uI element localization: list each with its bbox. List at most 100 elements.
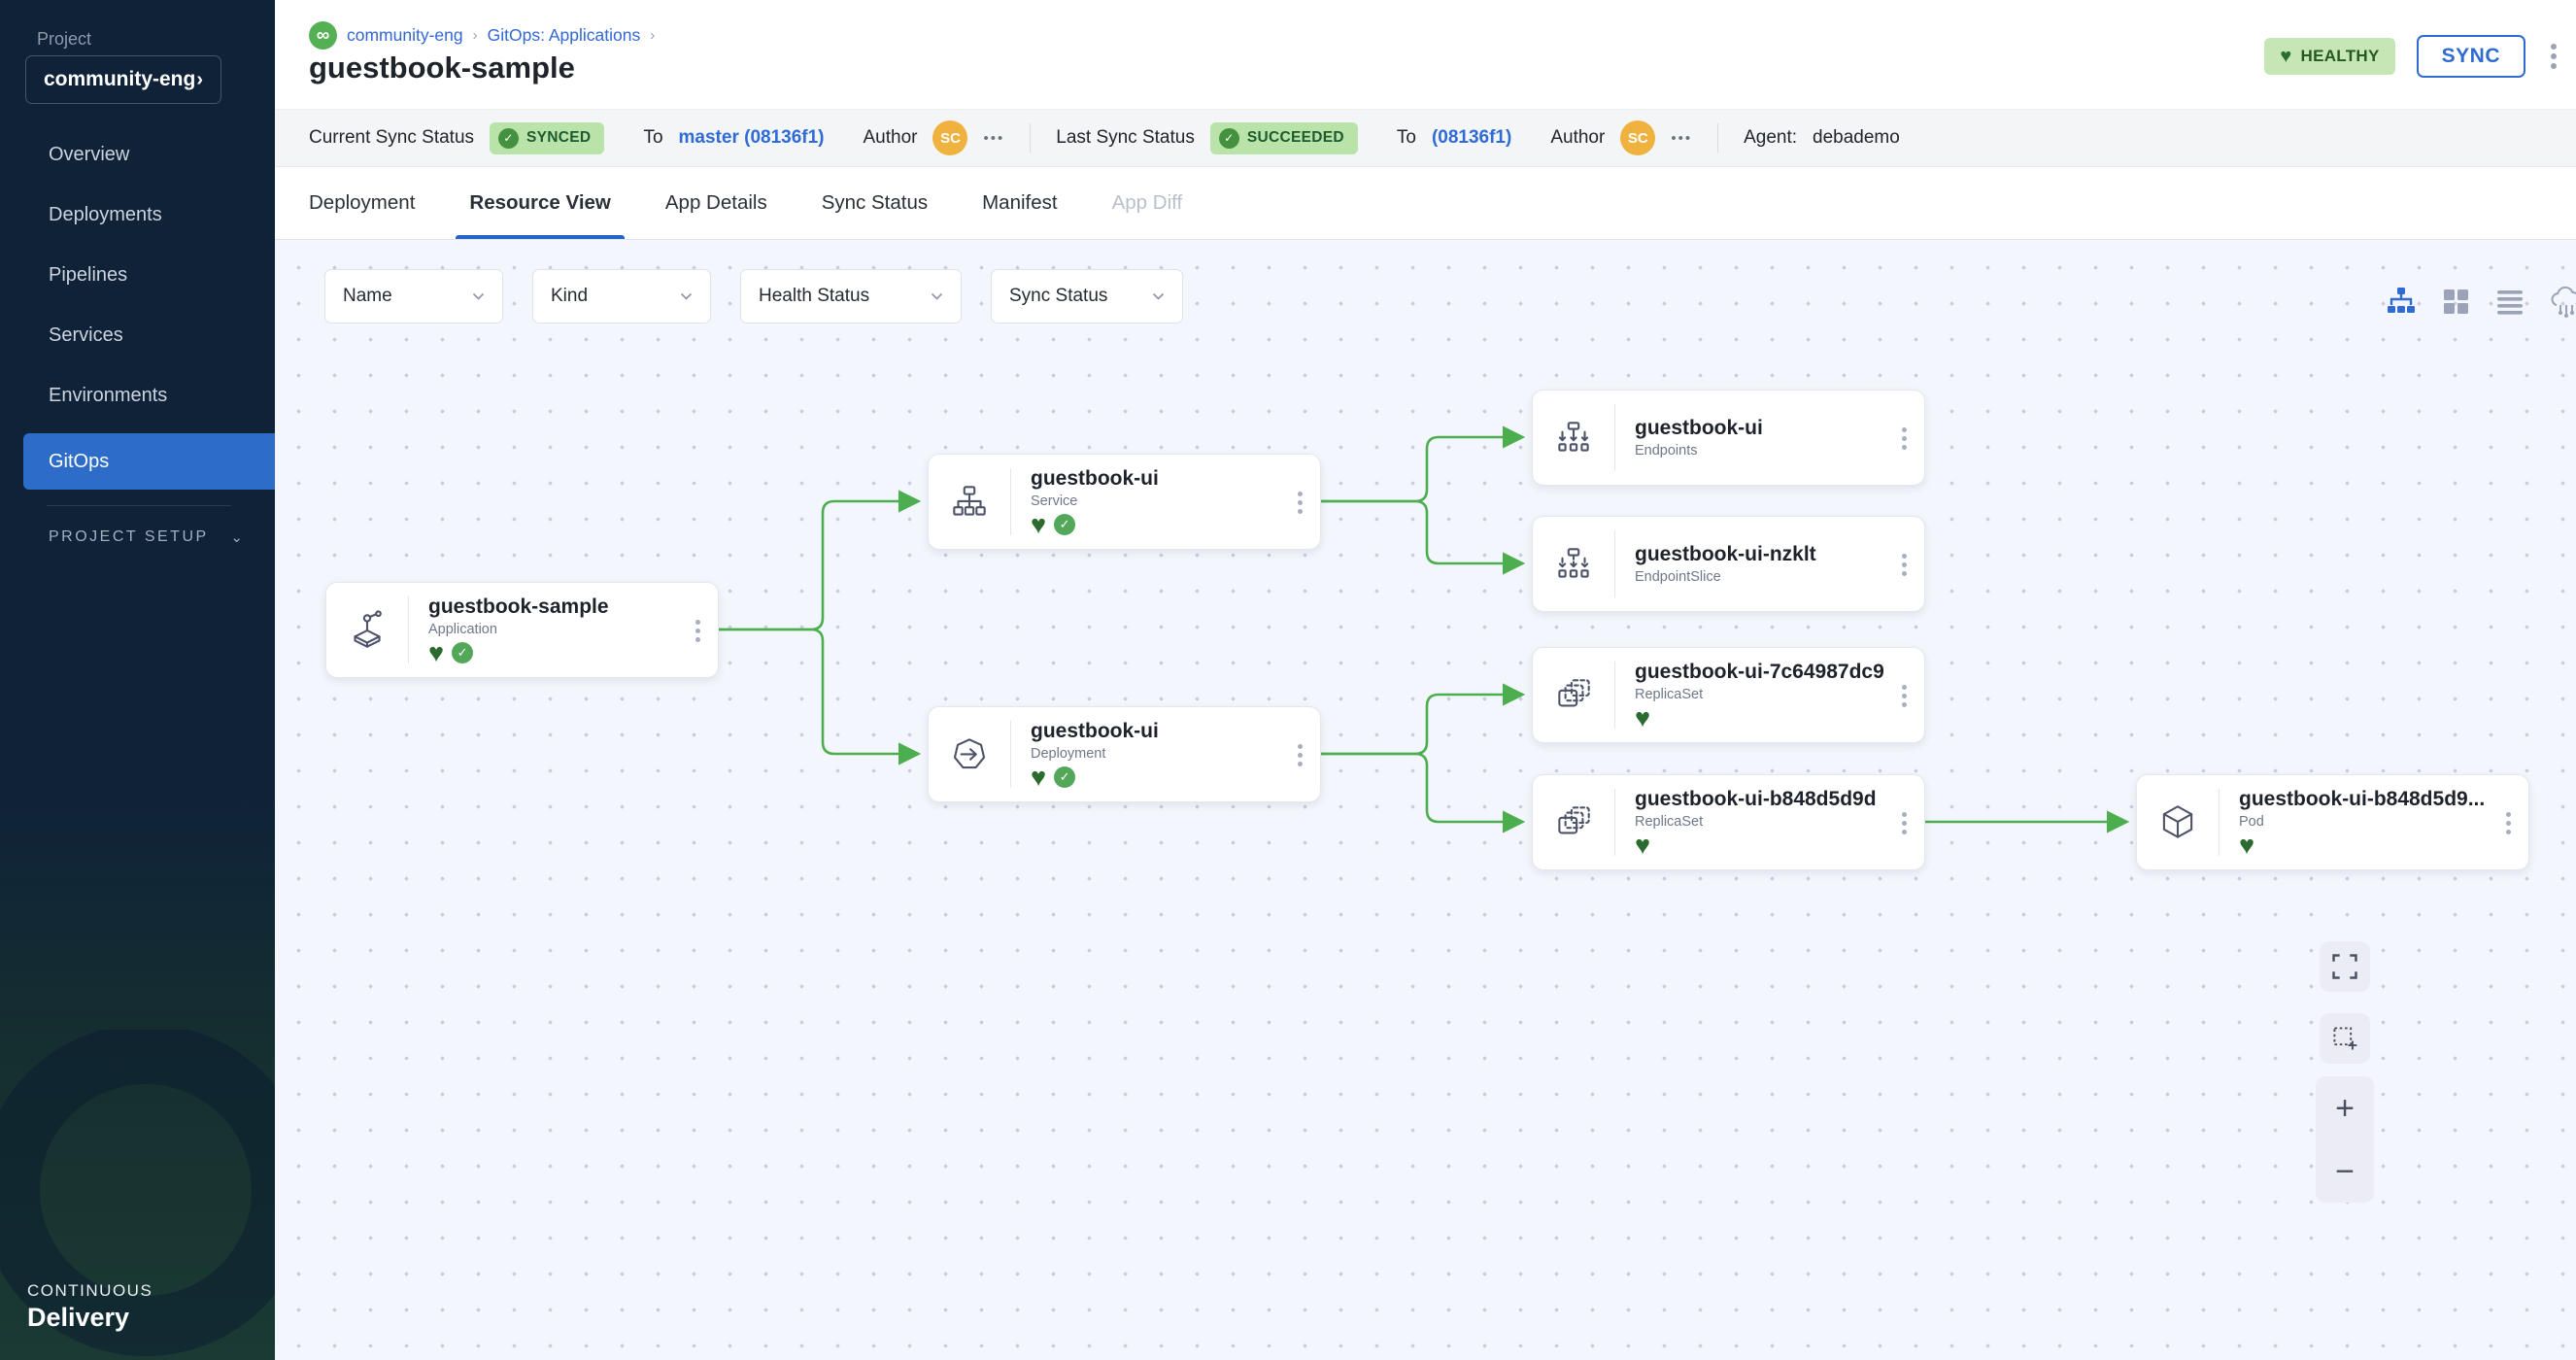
sync-status-bar: Current Sync Status ✓ SYNCED To master (… xyxy=(275,109,2576,167)
node-replicaset-guestbook-ui-7c64987dc9[interactable]: guestbook-ui-7c64987dc9 ReplicaSet ♥ xyxy=(1532,647,1925,743)
agent-value: debademo xyxy=(1813,127,1900,149)
gitops-logo-icon: ∞ xyxy=(309,21,337,50)
tab-app-details[interactable]: App Details xyxy=(665,167,767,239)
statusbar-divider xyxy=(1030,123,1031,153)
resource-tree-canvas: Name Kind Health Status Sync Status xyxy=(275,240,2576,1360)
node-kind: ReplicaSet xyxy=(1635,814,1924,830)
node-application-guestbook-sample[interactable]: guestbook-sample Application ♥ ✓ xyxy=(325,582,719,678)
last-sync-status-label: Last Sync Status xyxy=(1056,127,1195,149)
zoom-out-button[interactable]: − xyxy=(2316,1139,2374,1203)
health-heart-icon: ♥ xyxy=(1031,766,1046,788)
to-label: To xyxy=(1397,127,1416,149)
replicaset-icon xyxy=(1533,648,1614,742)
node-menu-kebab-icon[interactable] xyxy=(1294,488,1306,518)
sidebar-item-deployments[interactable]: Deployments xyxy=(0,185,275,245)
node-kind: EndpointSlice xyxy=(1635,569,1924,585)
breadcrumb: ∞ community-eng › GitOps: Applications › xyxy=(309,21,655,50)
sidebar-nav: Overview Deployments Pipelines Services … xyxy=(0,124,275,490)
chevron-down-icon xyxy=(931,292,943,301)
tab-deployment[interactable]: Deployment xyxy=(309,167,415,239)
sidebar-divider xyxy=(47,505,231,506)
brand-line-1: CONTINUOUS xyxy=(27,1281,153,1301)
node-menu-kebab-icon[interactable] xyxy=(1898,681,1911,711)
health-heart-icon: ♥ xyxy=(1031,514,1046,535)
sidebar-item-environments[interactable]: Environments xyxy=(0,365,275,425)
filter-health-status-select[interactable]: Health Status xyxy=(740,269,962,323)
synced-badge-label: SYNCED xyxy=(526,129,591,147)
sidebar-item-overview[interactable]: Overview xyxy=(0,124,275,185)
tree-view-icon[interactable] xyxy=(2385,285,2418,318)
tab-resource-view[interactable]: Resource View xyxy=(469,167,610,239)
fit-selection-button[interactable] xyxy=(2320,1013,2370,1064)
breadcrumb-separator: › xyxy=(473,27,478,44)
grid-view-icon[interactable] xyxy=(2439,285,2472,318)
health-heart-icon: ♥ xyxy=(1635,707,1650,729)
filter-bar: Name Kind Health Status Sync Status xyxy=(324,269,1183,323)
node-endpointslice-guestbook-ui-nzklt[interactable]: guestbook-ui-nzklt EndpointSlice xyxy=(1532,516,1925,612)
synced-badge: ✓ SYNCED xyxy=(490,122,604,154)
breadcrumb-project-link[interactable]: community-eng xyxy=(347,25,463,46)
chevron-right-icon: › xyxy=(196,69,203,91)
node-replicaset-guestbook-ui-b848d5d9d[interactable]: guestbook-ui-b848d5d9d ReplicaSet ♥ xyxy=(1532,774,1925,870)
node-title: guestbook-ui-nzklt xyxy=(1635,543,1924,566)
filter-label: Name xyxy=(343,286,392,307)
node-menu-kebab-icon[interactable] xyxy=(2502,808,2515,838)
filter-kind-select[interactable]: Kind xyxy=(532,269,711,323)
agent-label: Agent: xyxy=(1744,127,1797,149)
tab-sync-status[interactable]: Sync Status xyxy=(822,167,928,239)
author-more-dots[interactable]: ••• xyxy=(983,130,1004,147)
node-menu-kebab-icon[interactable] xyxy=(692,616,704,646)
project-selector[interactable]: community-eng › xyxy=(25,55,221,104)
filter-name-select[interactable]: Name xyxy=(324,269,503,323)
succeeded-badge: ✓ SUCCEEDED xyxy=(1210,122,1358,154)
list-view-icon[interactable] xyxy=(2493,285,2526,318)
chevron-down-icon xyxy=(1152,292,1165,301)
tab-manifest[interactable]: Manifest xyxy=(982,167,1057,239)
sidebar-item-pipelines[interactable]: Pipelines xyxy=(0,245,275,305)
node-endpoints-guestbook-ui[interactable]: guestbook-ui Endpoints xyxy=(1532,390,1925,486)
node-pod-guestbook-ui-b848d5d9[interactable]: guestbook-ui-b848d5d9... Pod ♥ xyxy=(2136,774,2529,870)
zoom-in-button[interactable]: + xyxy=(2316,1076,2374,1139)
sync-button[interactable]: SYNC xyxy=(2417,35,2525,78)
node-kind: Endpoints xyxy=(1635,443,1924,459)
node-menu-kebab-icon[interactable] xyxy=(1898,550,1911,580)
author-avatar: SC xyxy=(1620,120,1655,155)
health-status-badge: ♥ HEALTHY xyxy=(2264,38,2394,75)
author-avatar: SC xyxy=(932,120,967,155)
app-menu-kebab-icon[interactable] xyxy=(2547,40,2560,73)
check-circle-icon: ✓ xyxy=(498,128,519,149)
node-menu-kebab-icon[interactable] xyxy=(1898,424,1911,454)
breadcrumb-applications-link[interactable]: GitOps: Applications xyxy=(488,25,641,46)
pod-icon xyxy=(2137,775,2219,869)
succeeded-badge-label: SUCCEEDED xyxy=(1247,129,1344,147)
chevron-down-icon: ⌄ xyxy=(230,528,243,546)
endpoints-icon xyxy=(1533,391,1614,485)
node-title: guestbook-ui-b848d5d9... xyxy=(2239,788,2528,811)
last-revision-link[interactable]: (08136f1) xyxy=(1432,127,1511,149)
author-more-dots[interactable]: ••• xyxy=(1671,130,1692,147)
node-menu-kebab-icon[interactable] xyxy=(1898,808,1911,838)
cloud-infra-view-icon[interactable] xyxy=(2548,285,2576,318)
project-name: community-eng xyxy=(44,68,195,91)
deployment-icon xyxy=(929,707,1010,801)
node-menu-kebab-icon[interactable] xyxy=(1294,740,1306,770)
chevron-down-icon xyxy=(680,292,693,301)
project-setup-label: PROJECT SETUP xyxy=(49,528,209,546)
sidebar-item-gitops[interactable]: GitOps xyxy=(23,433,275,490)
node-title: guestbook-ui xyxy=(1031,467,1320,491)
current-sync-status-label: Current Sync Status xyxy=(309,127,474,149)
endpointslice-icon xyxy=(1533,517,1614,611)
current-revision-link[interactable]: master (08136f1) xyxy=(679,127,825,149)
chevron-down-icon xyxy=(472,292,485,301)
statusbar-divider xyxy=(1717,123,1718,153)
brand-line-2: Delivery xyxy=(27,1303,153,1333)
main-area: ∞ community-eng › GitOps: Applications ›… xyxy=(275,0,2576,1360)
project-setup-toggle[interactable]: PROJECT SETUP ⌄ xyxy=(49,528,243,546)
node-service-guestbook-ui[interactable]: guestbook-ui Service ♥ ✓ xyxy=(928,454,1321,550)
fullscreen-button[interactable] xyxy=(2320,941,2370,992)
sidebar-item-services[interactable]: Services xyxy=(0,305,275,365)
filter-label: Health Status xyxy=(759,286,869,307)
filter-sync-status-select[interactable]: Sync Status xyxy=(991,269,1183,323)
service-icon xyxy=(929,455,1010,549)
node-deployment-guestbook-ui[interactable]: guestbook-ui Deployment ♥ ✓ xyxy=(928,706,1321,802)
